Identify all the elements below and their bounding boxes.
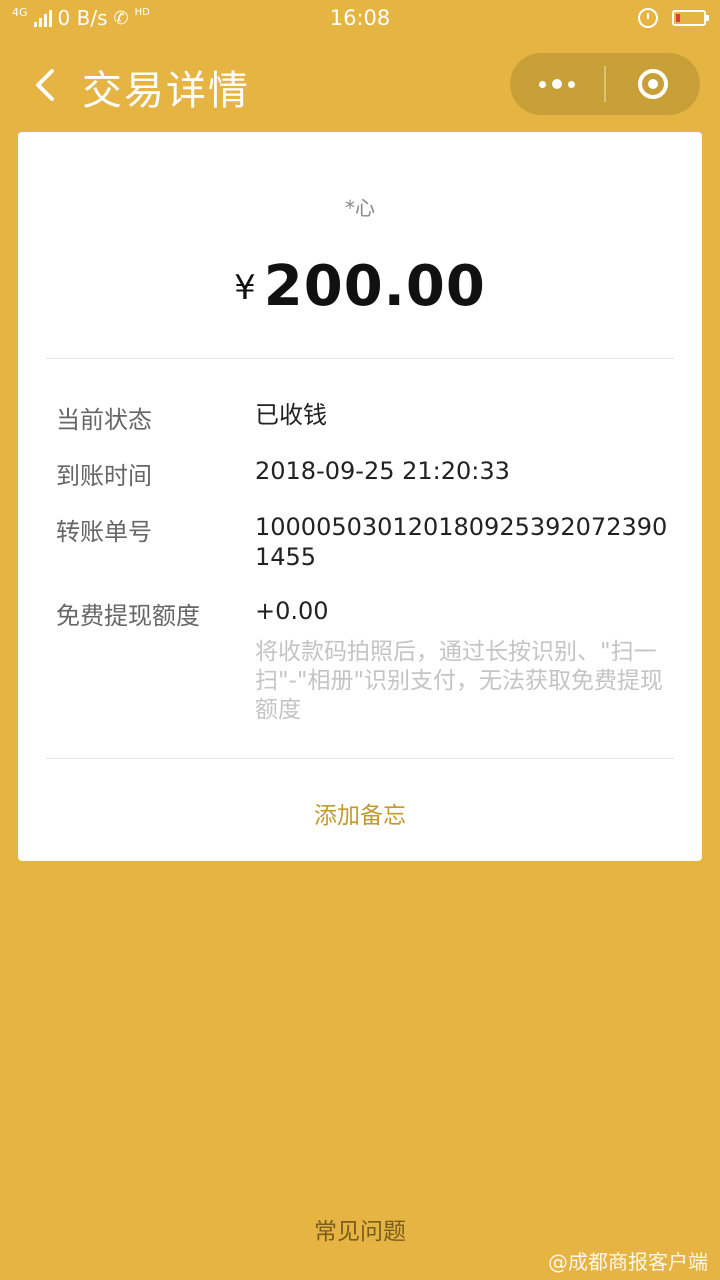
detail-label: 免费提现额度 [56, 602, 200, 630]
currency-symbol: ¥ [234, 268, 256, 308]
mini-program-capsule [510, 53, 700, 115]
divider [46, 358, 674, 359]
back-button[interactable] [28, 65, 68, 105]
amount-value: 200.00 [263, 254, 486, 319]
divider [46, 758, 674, 759]
transaction-card: *心 ¥200.00 当前状态 已收钱 到账时间 2018-09-25 21:2… [18, 132, 702, 861]
amount: ¥200.00 [18, 254, 702, 319]
detail-value: 1000050301201809253920723901455 [255, 513, 668, 571]
more-button[interactable] [510, 53, 604, 115]
detail-label: 到账时间 [56, 462, 152, 490]
close-button[interactable] [606, 53, 700, 115]
target-icon [638, 69, 668, 99]
clock: 16:08 [329, 6, 391, 30]
add-memo-link[interactable]: 添加备忘 [18, 796, 702, 830]
alarm-icon [638, 8, 658, 28]
battery-level [676, 14, 680, 22]
detail-label: 转账单号 [56, 518, 152, 546]
status-right [638, 8, 709, 28]
nav-bar: 交易详情 [0, 40, 720, 130]
payer-name: *心 [345, 196, 375, 220]
detail-value: 已收钱 [255, 401, 327, 429]
faq-link[interactable]: 常见问题 [0, 1212, 720, 1246]
battery-icon [672, 10, 709, 26]
detail-value: 2018-09-25 21:20:33 [255, 457, 510, 485]
detail-value: +0.00 [255, 597, 329, 625]
detail-label: 当前状态 [56, 406, 152, 434]
watermark: @成都商报客户端 [548, 1250, 708, 1274]
chevron-left-icon [36, 69, 54, 101]
status-bar: 4G 0 B/s ✆ HD 16:08 [0, 0, 720, 40]
page-title: 交易详情 [82, 68, 250, 114]
quota-note: 将收款码拍照后，通过长按识别、"扫一扫"-"相册"识别支付，无法获取免费提现额度 [255, 639, 664, 723]
more-dots-icon [539, 79, 575, 89]
